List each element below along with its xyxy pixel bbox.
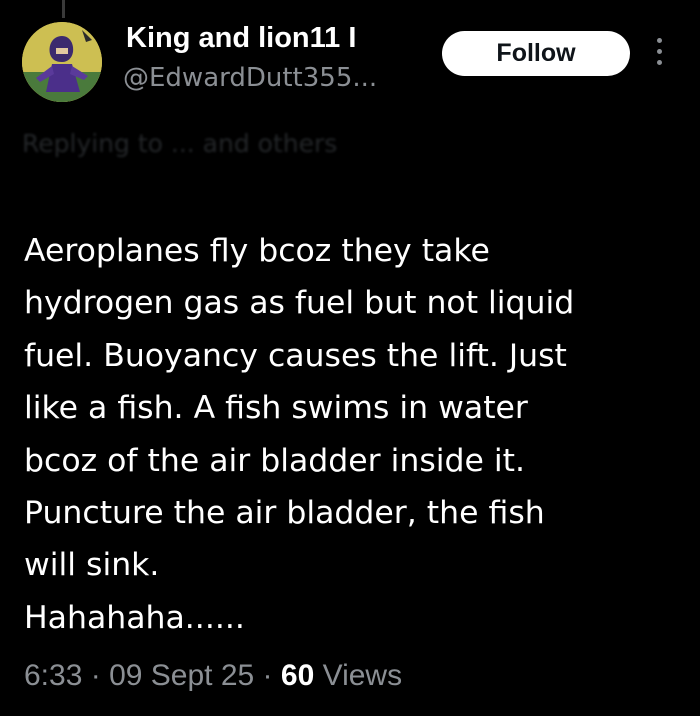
- post-text-line: like a fish. A fish swims in water: [24, 390, 528, 427]
- post-date[interactable]: 09 Sept 25: [109, 659, 254, 692]
- post-metadata: 6:33 · 09 Sept 25 · 60 Views: [24, 656, 402, 696]
- avatar-image: [22, 22, 102, 102]
- author-display-name[interactable]: King and lion11 I: [126, 20, 356, 56]
- replying-to-text: Replying to ... and others: [22, 129, 338, 158]
- author-handle[interactable]: @EdwardDutt355...: [123, 61, 377, 95]
- avatar[interactable]: [22, 22, 102, 102]
- post-text-line: hydrogen gas as fuel but not liquid: [24, 285, 575, 322]
- follow-button[interactable]: Follow: [442, 31, 630, 76]
- views-count[interactable]: 60: [281, 659, 314, 692]
- separator: ·: [262, 659, 273, 692]
- post-text-line: Aeroplanes fly bcoz they take: [24, 233, 490, 269]
- post-text-line: fuel. Buoyancy causes the lift. Just: [24, 337, 567, 374]
- post-time[interactable]: 6:33: [24, 659, 82, 692]
- thread-connector-line: [62, 0, 65, 18]
- post-text-line: Puncture the air bladder, the fish: [24, 495, 545, 532]
- post-text-line: will sink.: [24, 547, 160, 584]
- separator: ·: [90, 659, 101, 692]
- post-text-line: bcoz of the air bladder inside it.: [24, 442, 526, 479]
- post-text: Aeroplanes fly bcoz they take hydrogen g…: [24, 225, 684, 644]
- post-text-line: Hahahaha......: [24, 599, 245, 636]
- more-vertical-icon[interactable]: [651, 38, 667, 72]
- views-label: Views: [322, 659, 403, 692]
